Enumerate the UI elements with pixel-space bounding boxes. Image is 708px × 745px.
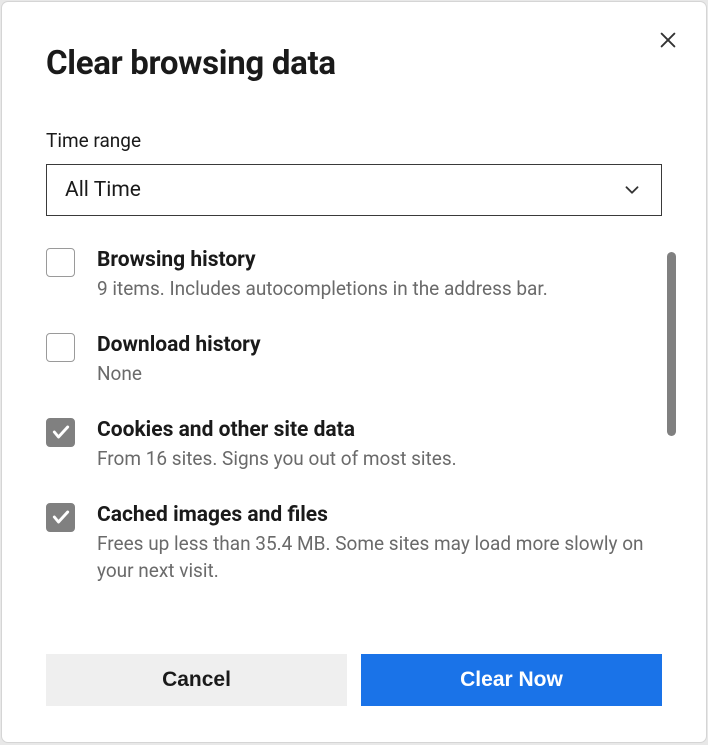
list-item-text: Browsing history 9 items. Includes autoc… [97,246,646,303]
clear-browsing-data-dialog: Clear browsing data Time range All Time … [2,2,706,742]
list-item-text: Cached images and files Frees up less th… [97,501,646,585]
list-item-desc: None [97,361,646,388]
list-item-title: Cookies and other site data [97,416,646,444]
list-item-desc: Frees up less than 35.4 MB. Some sites m… [97,531,646,584]
scrollbar-thumb[interactable] [667,252,676,436]
data-type-list: Browsing history 9 items. Includes autoc… [2,246,706,638]
time-range-label: Time range [46,129,706,152]
clear-now-button[interactable]: Clear Now [361,654,662,706]
list-item: Cookies and other site data From 16 site… [46,416,676,473]
list-item-title: Browsing history [97,246,646,274]
cancel-button[interactable]: Cancel [46,654,347,706]
list-item-desc: From 16 sites. Signs you out of most sit… [97,446,646,473]
time-range-select[interactable]: All Time [46,164,662,216]
check-icon [51,422,71,442]
checkbox-download-history[interactable] [46,333,75,362]
check-icon [51,507,71,527]
list-item: Browsing history 9 items. Includes autoc… [46,246,676,303]
list-item: Cached images and files Frees up less th… [46,501,676,585]
checkbox-browsing-history[interactable] [46,248,75,277]
close-icon [657,29,679,51]
time-range-value: All Time [65,178,141,202]
list-item: Download history None [46,331,676,388]
list-item-title: Cached images and files [97,501,646,529]
checkbox-cookies[interactable] [46,418,75,447]
list-item-text: Cookies and other site data From 16 site… [97,416,646,473]
dialog-buttons: Cancel Clear Now [2,654,706,742]
dialog-title: Clear browsing data [46,44,706,83]
list-item-title: Download history [97,331,646,359]
checkbox-cached-images[interactable] [46,503,75,532]
list-item-desc: 9 items. Includes autocompletions in the… [97,276,646,303]
list-item-text: Download history None [97,331,646,388]
chevron-down-icon [621,179,643,201]
close-button[interactable] [654,26,682,54]
